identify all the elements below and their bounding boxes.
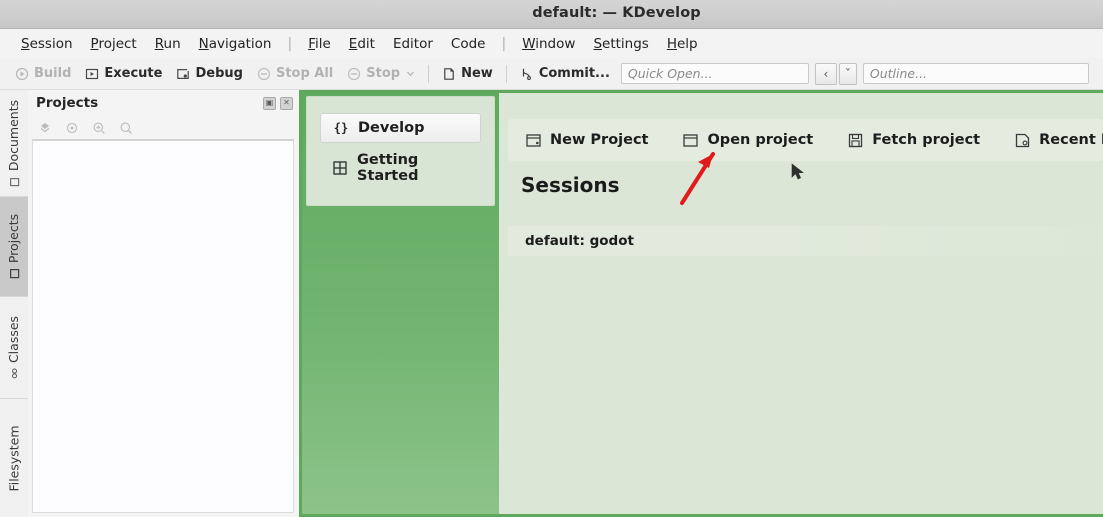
- projects-dock-title: Projects: [36, 95, 99, 111]
- build-button[interactable]: Build: [8, 63, 78, 84]
- rail-label-classes: Classes: [6, 315, 22, 364]
- rail-label-documents: Documents: [6, 99, 22, 171]
- stop-all-button[interactable]: Stop All: [250, 63, 340, 84]
- back-button[interactable]: ‹: [814, 62, 837, 85]
- project-settings-icon[interactable]: [65, 120, 79, 134]
- project-tree[interactable]: [32, 139, 294, 513]
- recent-projects-action[interactable]: Recent Projects: [1014, 132, 1103, 149]
- welcome-nav-develop-label: Develop: [358, 120, 425, 136]
- main-toolbar: Build Execute Debug Stop All Stop New Co…: [0, 58, 1103, 90]
- rail-tab-filesystem[interactable]: Filesystem: [0, 399, 28, 517]
- debug-button[interactable]: Debug: [169, 63, 249, 84]
- menu-item-run[interactable]: Run: [146, 34, 190, 54]
- menu-item-window[interactable]: Window: [513, 34, 584, 54]
- rail-tab-projects[interactable]: Projects: [0, 197, 28, 297]
- build-label: Build: [34, 66, 72, 81]
- fetch-project-label: Fetch project: [872, 132, 981, 148]
- stop-button[interactable]: Stop: [340, 63, 422, 84]
- rail-label-filesystem: Filesystem: [6, 424, 22, 492]
- toolbar-separator-2: [505, 64, 507, 83]
- history-dropdown-button[interactable]: ˇ: [838, 62, 857, 85]
- sessions-list: default: godot: [508, 226, 1103, 256]
- chevron-down-icon[interactable]: [406, 69, 415, 78]
- welcome-main-panel: New Project Open project Fetch project R…: [499, 93, 1103, 514]
- welcome-action-bar: New Project Open project Fetch project R…: [508, 119, 1103, 161]
- window-title: default: — KDevelop: [532, 5, 701, 21]
- open-project-label: Open project: [707, 132, 814, 148]
- left-tool-rail: Documents Projects Classes Filesystem: [0, 90, 28, 517]
- quick-open-input[interactable]: Quick Open...: [620, 63, 809, 84]
- open-project-action[interactable]: Open project: [682, 132, 813, 149]
- grid-icon: [332, 160, 348, 176]
- float-dock-button[interactable]: ▣: [263, 96, 276, 110]
- recent-projects-label: Recent Projects: [1039, 132, 1103, 148]
- projects-dock-toolbar: [28, 116, 299, 138]
- projects-dock-header-buttons: ▣ ✕: [263, 96, 293, 110]
- menu-item-session[interactable]: SSessionession: [12, 34, 82, 54]
- debug-icon: [176, 67, 190, 81]
- kdevelop-window: default: — KDevelop SSessionession Proje…: [0, 0, 1103, 517]
- outline-input[interactable]: Outline...: [862, 63, 1089, 84]
- execute-icon: [85, 67, 99, 81]
- session-item-default-godot[interactable]: default: godot: [508, 226, 1103, 256]
- find-project-icon[interactable]: [119, 120, 133, 134]
- menu-item-navigation[interactable]: Navigation: [190, 34, 281, 54]
- fetch-project-action[interactable]: Fetch project: [847, 132, 980, 149]
- new-project-action[interactable]: New Project: [525, 132, 648, 149]
- menu-item-file[interactable]: File: [299, 34, 340, 54]
- projects-dock: Projects ▣ ✕: [28, 90, 299, 517]
- new-label: New: [461, 66, 493, 81]
- fetch-project-icon: [847, 132, 864, 149]
- close-dock-button[interactable]: ✕: [280, 96, 293, 110]
- commit-label: Commit...: [538, 66, 610, 81]
- open-project-icon[interactable]: [38, 120, 52, 134]
- stop-icon: [347, 67, 361, 81]
- rail-tab-documents[interactable]: Documents: [0, 90, 28, 197]
- welcome-nav-develop[interactable]: {} Develop: [320, 113, 481, 143]
- welcome-nav-box: {} Develop Getting Started: [306, 96, 495, 206]
- menu-item-edit[interactable]: Edit: [340, 34, 384, 54]
- menu-item-settings[interactable]: Settings: [584, 34, 657, 54]
- classes-icon: [9, 368, 20, 379]
- welcome-nav-panel: {} Develop Getting Started: [302, 93, 499, 514]
- build-icon: [15, 67, 29, 81]
- rail-tab-classes[interactable]: Classes: [0, 297, 28, 399]
- menu-bar: SSessionession Project Run Navigation | …: [0, 29, 1103, 58]
- stop-label: Stop: [366, 66, 401, 81]
- new-document-icon: [442, 67, 456, 81]
- stop-all-icon: [257, 67, 271, 81]
- execute-button[interactable]: Execute: [78, 63, 169, 84]
- welcome-nav-getting-started-label: Getting Started: [357, 152, 419, 184]
- new-button[interactable]: New: [435, 63, 500, 84]
- menu-item-editor[interactable]: Editor: [384, 34, 442, 54]
- sessions-heading: Sessions: [521, 173, 620, 197]
- rail-label-projects: Projects: [6, 213, 22, 264]
- menu-item-project[interactable]: Project: [82, 34, 146, 54]
- open-project-icon: [682, 132, 699, 149]
- new-project-icon: [525, 132, 542, 149]
- welcome-nav-getting-started[interactable]: Getting Started: [320, 152, 481, 184]
- menu-item-code[interactable]: Code: [442, 34, 495, 54]
- menu-item-help[interactable]: Help: [658, 34, 707, 54]
- toolbar-separator-1: [428, 64, 430, 83]
- stop-all-label: Stop All: [275, 66, 334, 81]
- projects-dock-header: Projects ▣ ✕: [28, 90, 299, 116]
- projects-icon: [9, 268, 20, 279]
- execute-label: Execute: [104, 66, 163, 81]
- title-bar: default: — KDevelop: [0, 0, 1103, 29]
- braces-icon: {}: [333, 120, 349, 136]
- documents-icon: [9, 176, 20, 187]
- commit-icon: [520, 67, 534, 81]
- recent-projects-icon: [1014, 132, 1031, 149]
- menu-separator-1: |: [287, 35, 293, 52]
- add-project-icon[interactable]: [92, 120, 106, 134]
- commit-button[interactable]: Commit...: [513, 63, 617, 84]
- debug-label: Debug: [195, 66, 243, 81]
- welcome-page: {} Develop Getting Started New Project O…: [299, 90, 1103, 517]
- new-project-label: New Project: [550, 132, 649, 148]
- menu-separator-2: |: [501, 35, 507, 52]
- svg-text:{}: {}: [334, 121, 348, 135]
